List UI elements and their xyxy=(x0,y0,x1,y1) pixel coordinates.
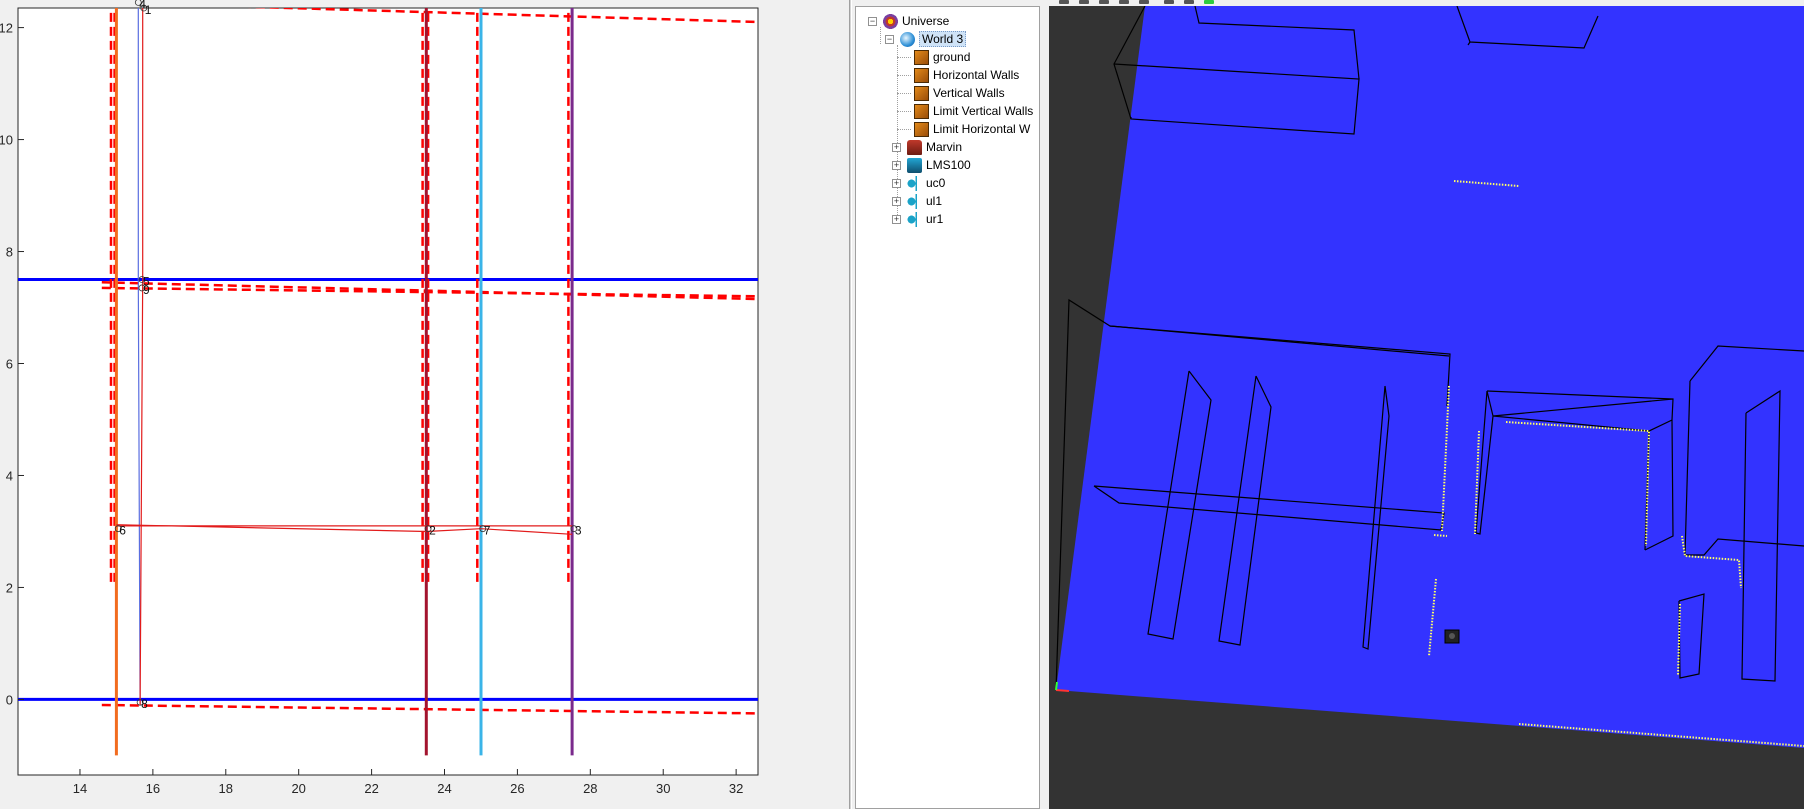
x-tick-label: 20 xyxy=(291,781,305,796)
y-axis-marker xyxy=(1055,681,1058,691)
x-tick-label: 14 xyxy=(73,781,87,796)
tree-item-limit-horizontal-walls[interactable]: Limit Horizontal W xyxy=(914,120,1030,138)
collapse-toggle[interactable]: − xyxy=(885,34,894,44)
tree-item-label: ul1 xyxy=(926,194,943,208)
x-tick-label: 16 xyxy=(146,781,160,796)
universe-icon xyxy=(883,13,898,29)
tree-item-world-3[interactable]: − World 3 xyxy=(885,30,967,48)
data-point-label: 7 xyxy=(484,524,491,538)
x-tick-label: 18 xyxy=(219,781,233,796)
plot-figure[interactable]: 12 3456 78914 16 18 20 22 24 26 28 30 32121086420 xyxy=(0,0,850,809)
x-tick-label: 32 xyxy=(729,781,743,796)
y-tick-label: 10 xyxy=(0,133,13,148)
tree-connector xyxy=(897,57,911,58)
lidar-icon xyxy=(907,157,922,173)
x-tick-label: 28 xyxy=(583,781,597,796)
data-point-label: 8 xyxy=(141,697,148,711)
expand-toggle[interactable]: + xyxy=(892,196,901,206)
expand-toggle[interactable]: + xyxy=(892,178,901,188)
toolbar-button[interactable] xyxy=(1204,0,1214,4)
sensor-icon xyxy=(907,193,922,209)
data-point-label: 4 xyxy=(139,0,146,11)
tree-item-universe[interactable]: − Universe xyxy=(868,12,949,30)
tree-connector xyxy=(897,111,911,112)
tree-connector xyxy=(897,93,911,94)
sensor-icon xyxy=(907,211,922,227)
solid-icon xyxy=(914,67,929,83)
toolbar-button[interactable] xyxy=(1184,0,1194,4)
toolbar-button[interactable] xyxy=(1119,0,1129,4)
y-tick-label: 4 xyxy=(6,468,13,483)
tree-item-label: uc0 xyxy=(926,176,946,190)
data-point-label: 2 xyxy=(429,524,436,538)
tree-item-label: ground xyxy=(933,50,971,64)
tree-item-label: LMS100 xyxy=(926,158,971,172)
tree-item-lms100[interactable]: + LMS100 xyxy=(892,156,971,174)
tree-item-vertical-walls[interactable]: Vertical Walls xyxy=(914,84,1005,102)
tree-item-label: Vertical Walls xyxy=(933,86,1005,100)
toolbar-button[interactable] xyxy=(1139,0,1149,4)
plot-axes-area[interactable] xyxy=(17,7,759,776)
plot-pane: 1 2 3 4 5 6 7 8 9 14 16 18 20 22 24 26 28 30 32 12 10 8 6 4 2 0 xyxy=(0,0,850,809)
solid-icon xyxy=(914,85,929,101)
x-tick-label: 24 xyxy=(437,781,451,796)
data-point-label: 6 xyxy=(119,524,126,538)
data-point-label: 9 xyxy=(143,283,150,297)
x-tick-label: 22 xyxy=(364,781,378,796)
toolbar-button[interactable] xyxy=(1079,0,1089,4)
y-tick-label: 6 xyxy=(6,357,13,372)
y-tick-label: 2 xyxy=(6,580,13,595)
solid-icon xyxy=(914,103,929,119)
3d-scene[interactable] xyxy=(1049,6,1804,809)
data-point-label: 3 xyxy=(575,524,582,538)
y-tick-label: 12 xyxy=(0,21,13,36)
x-axis-marker xyxy=(1055,689,1070,692)
tree-item-label: Marvin xyxy=(926,140,963,154)
scene-tree[interactable]: − Universe − World 3 ground Horizontal W… xyxy=(855,6,1040,809)
y-tick-label: 0 xyxy=(6,692,13,707)
tree-item-horizontal-walls[interactable]: Horizontal Walls xyxy=(914,66,1019,84)
tree-item-label: ur1 xyxy=(926,212,944,226)
tree-item-ul1[interactable]: + ul1 xyxy=(892,192,942,210)
y-tick-label: 8 xyxy=(6,245,13,260)
tree-item-label: Horizontal Walls xyxy=(933,68,1020,82)
x-tick-label: 30 xyxy=(656,781,670,796)
expand-toggle[interactable]: + xyxy=(892,214,901,224)
robot-marker[interactable] xyxy=(1444,629,1460,644)
toolbar-button[interactable] xyxy=(1099,0,1109,4)
solid-icon xyxy=(914,121,929,137)
expand-toggle[interactable]: + xyxy=(892,160,901,170)
tree-connector xyxy=(897,75,911,76)
tree-item-label: Limit Vertical Walls xyxy=(933,104,1034,118)
collapse-toggle[interactable]: − xyxy=(868,16,877,26)
tree-item-uc0[interactable]: + uc0 xyxy=(892,174,945,192)
tree-connector xyxy=(897,129,911,130)
tree-item-limit-vertical-walls[interactable]: Limit Vertical Walls xyxy=(914,102,1033,120)
robot-sensor xyxy=(1449,633,1455,639)
tree-item-marvin[interactable]: + Marvin xyxy=(892,138,962,156)
tree-item-label: World 3 xyxy=(919,31,967,47)
tree-item-ur1[interactable]: + ur1 xyxy=(892,210,943,228)
3d-viewport[interactable] xyxy=(1049,6,1804,809)
tree-item-label: Limit Horizontal W xyxy=(933,122,1031,136)
robot-icon xyxy=(907,139,922,155)
world-icon xyxy=(900,31,915,47)
x-tick-label: 26 xyxy=(510,781,524,796)
toolbar-button[interactable] xyxy=(1059,0,1069,4)
tree-item-label: Universe xyxy=(902,14,950,28)
toolbar-button[interactable] xyxy=(1164,0,1174,4)
pane-divider[interactable] xyxy=(849,0,852,809)
solid-icon xyxy=(914,49,929,65)
expand-toggle[interactable]: + xyxy=(892,142,901,152)
tree-item-ground[interactable]: ground xyxy=(914,48,970,66)
sensor-icon xyxy=(907,175,922,191)
